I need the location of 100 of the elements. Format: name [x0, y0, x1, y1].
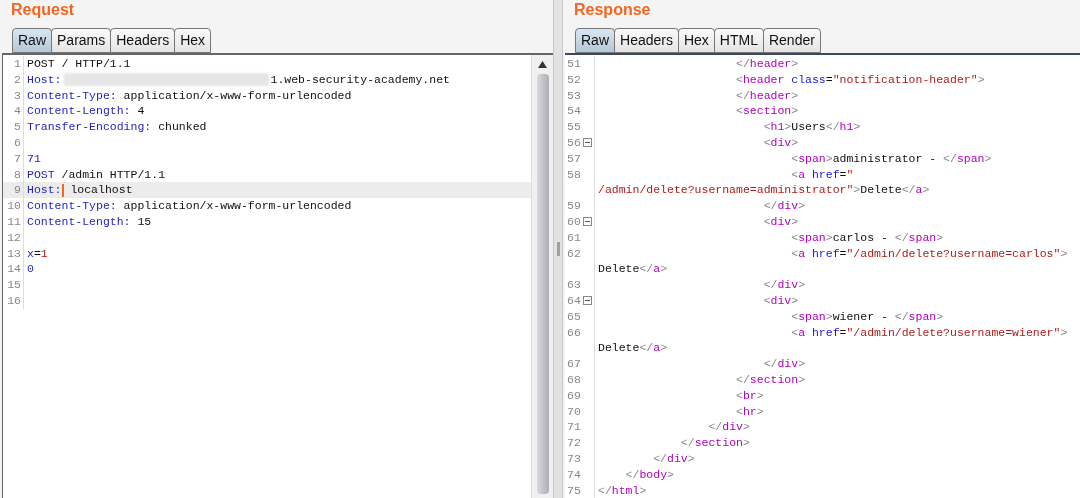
line-number: 10 — [7, 198, 21, 214]
line-number: 62 — [567, 245, 581, 262]
scroll-up-icon[interactable] — [538, 61, 547, 68]
panel-title: Request — [11, 1, 76, 20]
code-line: <a href="/admin/delete?username=carlos"> — [790, 245, 1068, 262]
code-line: <h1>Users</h1> — [762, 119, 861, 135]
line-number: 55 — [567, 119, 581, 135]
line-number: 52 — [567, 71, 581, 88]
splitter-handle[interactable] — [553, 0, 563, 498]
line-number: 8 — [14, 166, 21, 183]
code-line: </div> — [707, 419, 750, 436]
code-line: </header> — [735, 87, 799, 104]
code-line: </div> — [762, 356, 806, 372]
fold-toggle-icon[interactable] — [583, 138, 592, 148]
code-line: </section> — [735, 371, 806, 388]
code-line: </html> — [597, 482, 647, 498]
code-line: Host: localhost — [26, 182, 133, 199]
code-line: <div> — [762, 135, 799, 151]
code-line: Content-Type: application/x-www-form-urlencoded — [26, 198, 352, 214]
code-line: <header class="notification-header"> — [735, 71, 985, 88]
text-caret — [61, 183, 64, 197]
code-line: </div> — [762, 277, 806, 293]
code-line: <span>administrator - </span> — [790, 150, 992, 167]
line-number: 9 — [14, 182, 21, 199]
code-line: </div> — [762, 198, 806, 214]
tab[interactable]: Headers — [110, 28, 176, 53]
scrollbar-thumb[interactable] — [536, 74, 549, 494]
line-number: 5 — [14, 119, 21, 135]
line-number: 61 — [567, 229, 581, 246]
code-line: Delete</a> — [597, 340, 668, 357]
code-line: </header> — [735, 56, 799, 72]
line-number: 54 — [567, 103, 581, 120]
code-line: <section> — [735, 103, 799, 120]
line-number: 6 — [14, 135, 21, 151]
line-number: 74 — [567, 466, 581, 483]
line-number: 57 — [567, 150, 581, 167]
line-number: 7 — [14, 150, 21, 167]
line-number: 65 — [567, 308, 581, 325]
line-number: 75 — [567, 482, 581, 498]
line-number: 14 — [7, 261, 21, 278]
tab[interactable]: Params — [51, 28, 112, 53]
panel-title: Response — [574, 1, 652, 20]
fold-toggle-icon[interactable] — [583, 296, 592, 306]
line-number: 59 — [567, 198, 581, 214]
code-line: <span>wiener - </span> — [790, 308, 944, 325]
line-number: 12 — [7, 229, 21, 246]
code-line: <div> — [762, 213, 799, 230]
code-line: 71 — [26, 150, 41, 167]
line-number: 13 — [7, 245, 21, 262]
line-number: 66 — [567, 324, 581, 341]
line-number: 2 — [14, 71, 21, 88]
code-line: Content-Length: 15 — [26, 213, 152, 230]
tab[interactable]: Render — [762, 28, 821, 53]
line-number: 15 — [7, 277, 21, 293]
code-line: x=1 — [26, 245, 48, 262]
code-line: <a href="/admin/delete?username=wiener"> — [790, 324, 1068, 341]
line-number: 72 — [567, 435, 581, 451]
line-number: 70 — [567, 403, 581, 420]
code-line: Host: 1.web-security-academy.net — [26, 71, 450, 88]
code-line: Delete</a> — [597, 261, 668, 278]
code-line: <div> — [762, 292, 799, 309]
code-line: 0 — [26, 261, 34, 278]
line-number: 56 — [567, 135, 581, 151]
line-number: 67 — [567, 356, 581, 372]
line-number: 11 — [7, 213, 21, 230]
line-number: 51 — [567, 56, 581, 72]
tab[interactable]: Raw — [575, 28, 615, 53]
tab[interactable]: Headers — [614, 28, 679, 53]
tab[interactable]: Hex — [677, 28, 715, 53]
code-line: <a href=" — [790, 166, 854, 183]
line-number: 64 — [567, 292, 581, 309]
code-line: <br> — [735, 387, 764, 404]
code-line: POST /admin HTTP/1.1 — [26, 166, 166, 183]
line-number: 68 — [567, 371, 581, 388]
line-number: 1 — [14, 56, 21, 72]
line-number: 73 — [567, 450, 581, 467]
code-line: Content-Length: 4 — [26, 103, 145, 120]
tab[interactable]: Raw — [12, 28, 52, 53]
code-line: </div> — [652, 450, 695, 467]
tab[interactable]: HTML — [713, 28, 764, 53]
scrollbar[interactable] — [531, 55, 553, 498]
tab[interactable]: Hex — [174, 28, 212, 53]
line-number: 4 — [14, 103, 21, 120]
code-line: </section> — [679, 435, 750, 451]
code-line: Content-Type: application/x-www-form-urlencoded — [26, 87, 352, 104]
line-number: 3 — [14, 87, 21, 104]
code-line: POST / HTTP/1.1 — [26, 56, 131, 72]
code-line: </body> — [624, 466, 674, 483]
line-number: 60 — [567, 213, 581, 230]
line-number: 63 — [567, 277, 581, 293]
line-number: 16 — [7, 292, 21, 309]
line-number: 58 — [567, 166, 581, 183]
line-number: 69 — [567, 387, 581, 404]
line-number: 71 — [567, 419, 581, 436]
code-line: <span>carlos - </span> — [790, 229, 944, 246]
code-line: Transfer-Encoding: chunked — [26, 119, 207, 135]
fold-toggle-icon[interactable] — [583, 217, 592, 227]
code-line: <hr> — [735, 403, 764, 420]
line-number: 53 — [567, 87, 581, 104]
code-line: /admin/delete?username=administrator">Delete</a> — [597, 182, 930, 199]
